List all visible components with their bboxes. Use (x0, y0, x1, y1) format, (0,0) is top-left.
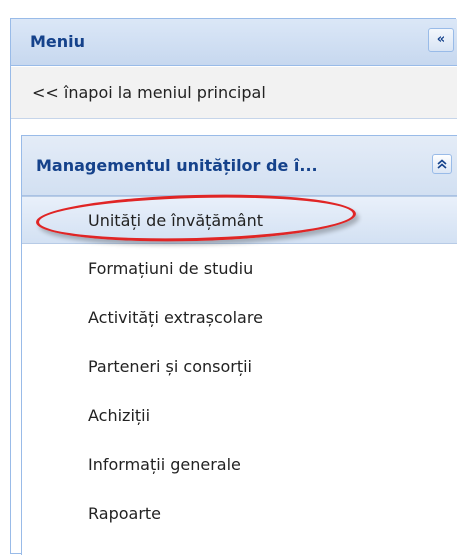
menu-item-formatiuni-de-studiu[interactable]: Formațiuni de studiu (22, 245, 457, 293)
back-to-main-menu-link[interactable]: << înapoi la meniul principal (11, 67, 457, 119)
menu-item-informatii-generale[interactable]: Informații generale (22, 441, 457, 489)
menu-item-label: Parteneri și consorții (88, 357, 252, 376)
menu-title: Meniu (30, 32, 86, 51)
menu-panel: Meniu « << înapoi la meniul principal Ma… (10, 18, 457, 555)
menu-item-label: Formațiuni de studiu (88, 259, 254, 278)
menu-item-label: Achiziții (88, 406, 151, 425)
section-title: Managementul unităților de î... (36, 156, 318, 175)
menu-header: Meniu « (11, 19, 457, 66)
menu-item-rapoarte[interactable]: Rapoarte (22, 490, 457, 538)
menu-item-label: Rapoarte (88, 504, 162, 523)
menu-item-unitati-de-invatamant[interactable]: Unități de învățământ (22, 196, 457, 244)
section-panel: Managementul unităților de î... Unități … (21, 135, 457, 555)
menu-item-label: Activități extrașcolare (88, 308, 263, 327)
collapse-panel-button[interactable]: « (428, 28, 454, 52)
menu-item-label: Informații generale (88, 455, 241, 474)
menu-item-activitati-extrascolare[interactable]: Activități extrașcolare (22, 294, 457, 342)
double-chevron-up-icon[interactable] (432, 154, 452, 174)
menu-item-parteneri-si-consortii[interactable]: Parteneri și consorții (22, 343, 457, 391)
menu-item-label: Unități de învățământ (88, 211, 264, 230)
double-chevron-left-icon: « (436, 32, 446, 47)
back-link-label: << înapoi la meniul principal (32, 83, 266, 102)
menu-item-achizitii[interactable]: Achiziții (22, 392, 457, 440)
section-header[interactable]: Managementul unităților de î... (22, 136, 457, 196)
